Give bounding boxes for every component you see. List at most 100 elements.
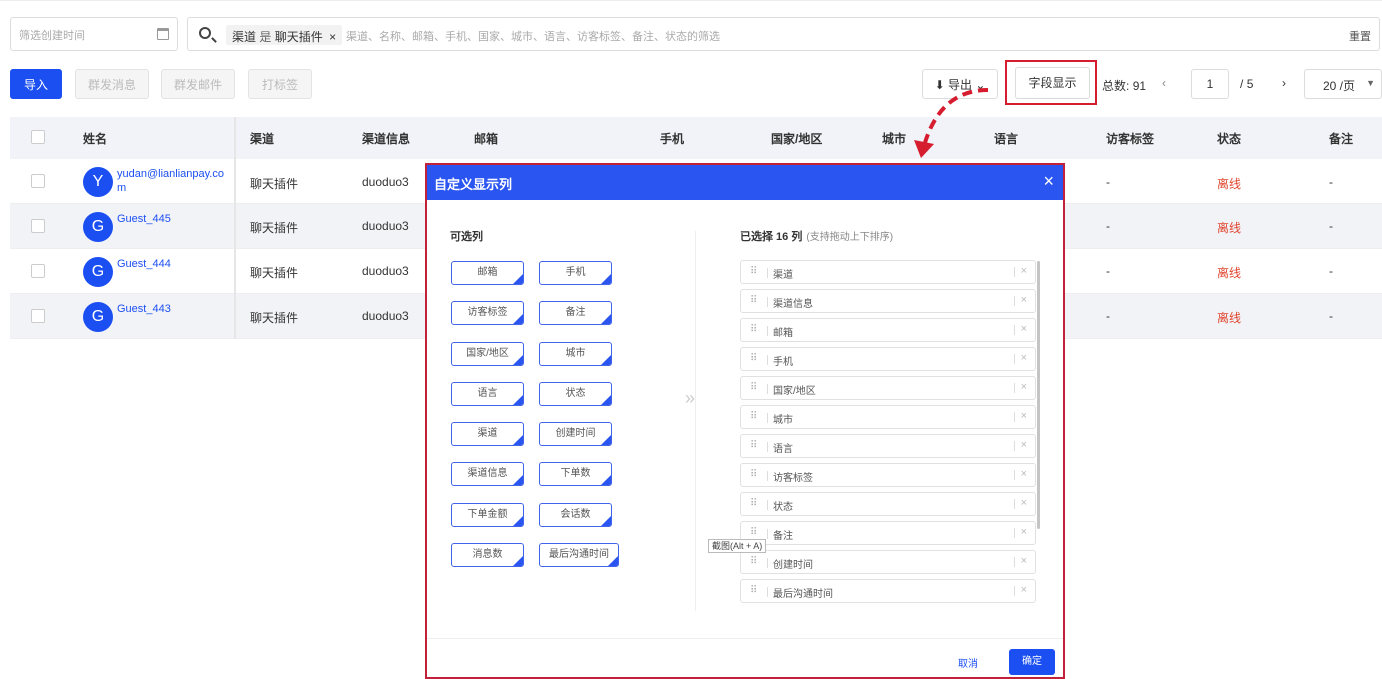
drag-handle-icon[interactable]: ⠿ <box>750 266 757 277</box>
remove-icon[interactable]: × <box>1013 526 1027 538</box>
available-column-chip[interactable]: 国家/地区 <box>451 342 524 366</box>
drag-handle-icon[interactable]: ⠿ <box>750 295 757 306</box>
selected-column-item[interactable]: ⠿ 语言 × <box>740 434 1036 458</box>
available-column-chip[interactable]: 访客标签 <box>451 301 524 325</box>
visitor-name-link[interactable]: yudan@lianlianpay.com <box>117 167 227 195</box>
selected-column-item[interactable]: ⠿ 最后沟通时间 × <box>740 579 1036 603</box>
tag-button[interactable]: 打标签 <box>248 69 312 99</box>
available-column-chip[interactable]: 备注 <box>539 301 612 325</box>
drag-handle-icon[interactable]: ⠿ <box>750 527 757 538</box>
drag-handle-icon[interactable]: ⠿ <box>750 382 757 393</box>
visitor-tags-cell: - <box>1106 309 1110 323</box>
bulk-email-button[interactable]: 群发邮件 <box>161 69 235 99</box>
selected-column-item[interactable]: ⠿ 备注 × <box>740 521 1036 545</box>
drag-handle-icon[interactable]: ⠿ <box>750 556 757 567</box>
remove-icon[interactable]: × <box>1013 555 1027 567</box>
selected-columns-list[interactable]: ⠿ 渠道 × ⠿ 渠道信息 × ⠿ 邮箱 × ⠿ 手机 × ⠿ 国家/地区 × … <box>740 260 1040 612</box>
page-number-input[interactable]: 1 <box>1191 69 1229 99</box>
tag-remove-icon[interactable]: × <box>329 30 336 44</box>
confirm-button[interactable]: 确定 <box>1009 649 1055 675</box>
available-column-chip[interactable]: 下单数 <box>539 462 612 486</box>
drag-handle-icon[interactable]: ⠿ <box>750 469 757 480</box>
remove-icon[interactable]: × <box>1013 497 1027 509</box>
remove-icon[interactable]: × <box>1013 265 1027 277</box>
drag-handle-icon[interactable]: ⠿ <box>750 440 757 451</box>
select-all-checkbox[interactable] <box>31 130 45 144</box>
selected-column-item[interactable]: ⠿ 邮箱 × <box>740 318 1036 342</box>
selected-column-item[interactable]: ⠿ 国家/地区 × <box>740 376 1036 400</box>
remove-icon[interactable]: × <box>1013 439 1027 451</box>
available-column-chip[interactable]: 会话数 <box>539 503 612 527</box>
selected-column-label: 国家/地区 <box>767 382 816 397</box>
avatar: G <box>83 212 113 242</box>
row-checkbox[interactable] <box>31 174 45 188</box>
remove-icon[interactable]: × <box>1013 323 1027 335</box>
note-cell: - <box>1329 309 1333 323</box>
visitor-name-link[interactable]: Guest_445 <box>117 212 227 226</box>
selected-column-item[interactable]: ⠿ 渠道信息 × <box>740 289 1036 313</box>
available-columns-title: 可选列 <box>450 231 483 243</box>
available-column-chip[interactable]: 消息数 <box>451 543 524 567</box>
remove-icon[interactable]: × <box>1013 410 1027 422</box>
bulk-message-button[interactable]: 群发消息 <box>75 69 149 99</box>
selected-column-item[interactable]: ⠿ 渠道 × <box>740 260 1036 284</box>
reset-icon[interactable]: 重置 <box>1349 28 1371 44</box>
next-page-icon[interactable]: › <box>1282 76 1286 90</box>
header-name: 姓名 <box>83 132 108 146</box>
header-note: 备注 <box>1329 132 1354 146</box>
drag-handle-icon[interactable]: ⠿ <box>750 353 757 364</box>
selected-column-item[interactable]: ⠿ 手机 × <box>740 347 1036 371</box>
drag-handle-icon[interactable]: ⠿ <box>750 498 757 509</box>
created-time-filter[interactable]: 筛选创建时间 <box>10 17 178 51</box>
prev-page-icon[interactable]: ‹ <box>1162 76 1166 90</box>
row-checkbox[interactable] <box>31 219 45 233</box>
screenshot-tooltip: 截图(Alt + A) <box>708 539 767 553</box>
list-scrollbar[interactable] <box>1037 261 1040 529</box>
drag-handle-icon[interactable]: ⠿ <box>750 585 757 596</box>
search-filter-box[interactable]: 渠道 是 聊天插件 × 渠道、名称、邮箱、手机、国家、城市、语言、访客标签、备注… <box>187 17 1380 51</box>
header-phone: 手机 <box>660 132 685 146</box>
drag-handle-icon[interactable]: ⠿ <box>750 324 757 335</box>
remove-icon[interactable]: × <box>1013 294 1027 306</box>
table-header: 姓名 渠道 渠道信息 邮箱 手机 国家/地区 城市 语言 访客标签 状态 备注 <box>10 117 1382 159</box>
selected-column-item[interactable]: ⠿ 访客标签 × <box>740 463 1036 487</box>
row-checkbox[interactable] <box>31 309 45 323</box>
available-column-chip[interactable]: 下单金额 <box>451 503 524 527</box>
close-icon[interactable]: × <box>1043 171 1054 192</box>
drag-handle-icon[interactable]: ⠿ <box>750 411 757 422</box>
selected-column-item[interactable]: ⠿ 状态 × <box>740 492 1036 516</box>
import-button[interactable]: 导入 <box>10 69 62 99</box>
remove-icon[interactable]: × <box>1013 352 1027 364</box>
filter-tag-channel[interactable]: 渠道 是 聊天插件 × <box>226 25 343 45</box>
chevron-down-icon: ▼ <box>1366 78 1375 88</box>
selected-column-item[interactable]: ⠿ 创建时间 × <box>740 550 1036 574</box>
remove-icon[interactable]: × <box>1013 381 1027 393</box>
dialog-footer-divider <box>427 638 1063 639</box>
selected-column-item[interactable]: ⠿ 城市 × <box>740 405 1036 429</box>
available-column-chip[interactable]: 手机 <box>539 261 612 285</box>
tag-field: 渠道 <box>232 30 257 44</box>
available-column-chip[interactable]: 状态 <box>539 382 612 406</box>
date-placeholder: 筛选创建时间 <box>19 30 85 42</box>
page-size-select[interactable]: 20 /页 ▼ <box>1304 69 1382 99</box>
row-checkbox[interactable] <box>31 264 45 278</box>
available-column-chip[interactable]: 最后沟通时间 <box>539 543 619 567</box>
visitor-name-link[interactable]: Guest_443 <box>117 302 227 316</box>
status-cell: 离线 <box>1217 311 1242 325</box>
note-cell: - <box>1329 264 1333 278</box>
channel-cell: 聊天插件 <box>250 221 299 235</box>
selected-column-label: 最后沟通时间 <box>767 585 833 600</box>
visitor-name-link[interactable]: Guest_444 <box>117 257 227 271</box>
avatar: Y <box>83 167 113 197</box>
available-column-chip[interactable]: 渠道信息 <box>451 462 524 486</box>
available-column-chip[interactable]: 创建时间 <box>539 422 612 446</box>
available-column-chip[interactable]: 渠道 <box>451 422 524 446</box>
available-column-chip[interactable]: 语言 <box>451 382 524 406</box>
selected-column-label: 备注 <box>767 527 793 542</box>
available-column-chip[interactable]: 邮箱 <box>451 261 524 285</box>
available-column-chip[interactable]: 城市 <box>539 342 612 366</box>
search-icon <box>199 27 211 39</box>
cancel-button[interactable]: 取消 <box>958 655 978 670</box>
remove-icon[interactable]: × <box>1013 584 1027 596</box>
remove-icon[interactable]: × <box>1013 468 1027 480</box>
